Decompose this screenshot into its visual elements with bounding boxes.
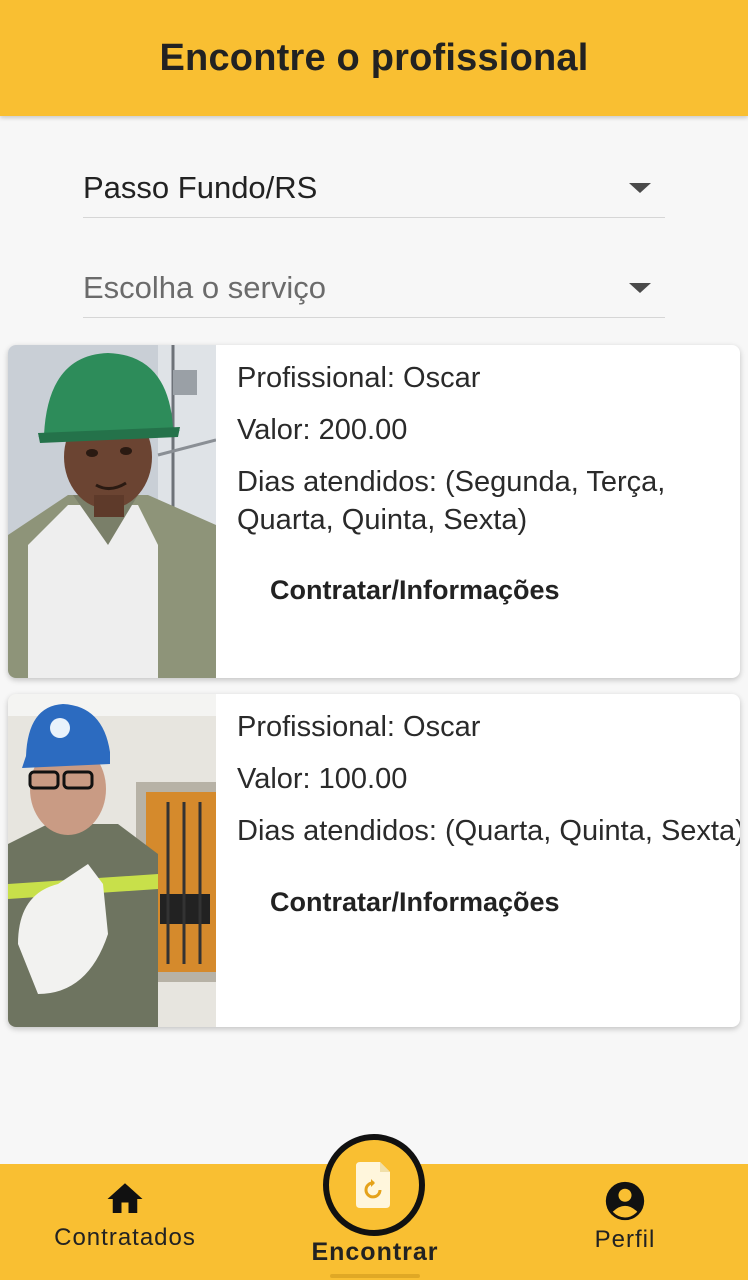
professional-price: Valor: 200.00: [237, 414, 408, 446]
professional-photo: [8, 345, 216, 678]
caret-down-icon: [629, 182, 651, 193]
hire-info-button[interactable]: Contratar/Informações: [270, 575, 560, 606]
service-dropdown[interactable]: Escolha o serviço: [83, 258, 665, 318]
professional-name: Profissional: Oscar: [237, 362, 481, 394]
city-dropdown[interactable]: Passo Fundo/RS: [83, 158, 665, 218]
nav-item-contratados[interactable]: Contratados: [40, 1178, 210, 1252]
professional-card: Profissional: Oscar Valor: 100.00 Dias a…: [8, 694, 740, 1027]
encontrar-fab[interactable]: [323, 1134, 425, 1236]
document-refresh-icon: [356, 1162, 390, 1208]
account-circle-icon: [605, 1181, 645, 1221]
professional-price: Valor: 100.00: [237, 763, 408, 795]
page-title: Encontre o profissional: [159, 36, 589, 79]
nav-label: Encontrar: [311, 1238, 439, 1266]
professional-photo: [8, 694, 216, 1027]
hire-info-button[interactable]: Contratar/Informações: [270, 887, 560, 918]
home-icon: [107, 1183, 143, 1213]
professional-days: Dias atendidos: (Segunda, Terça, Quarta,…: [237, 466, 666, 536]
city-dropdown-value: Passo Fundo/RS: [83, 169, 318, 205]
nav-label: Contratados: [54, 1224, 196, 1251]
nav-item-perfil[interactable]: Perfil: [565, 1178, 685, 1254]
nav-label: Perfil: [594, 1226, 656, 1253]
professional-card: Profissional: Oscar Valor: 200.00 Dias a…: [8, 345, 740, 678]
caret-down-icon: [629, 282, 651, 293]
professional-days: Dias atendidos: (Quarta, Quinta, Sexta): [237, 815, 740, 847]
service-dropdown-placeholder: Escolha o serviço: [83, 269, 326, 305]
professional-name: Profissional: Oscar: [237, 711, 481, 743]
app-bar: Encontre o profissional: [0, 0, 748, 116]
home-indicator: [330, 1274, 420, 1278]
